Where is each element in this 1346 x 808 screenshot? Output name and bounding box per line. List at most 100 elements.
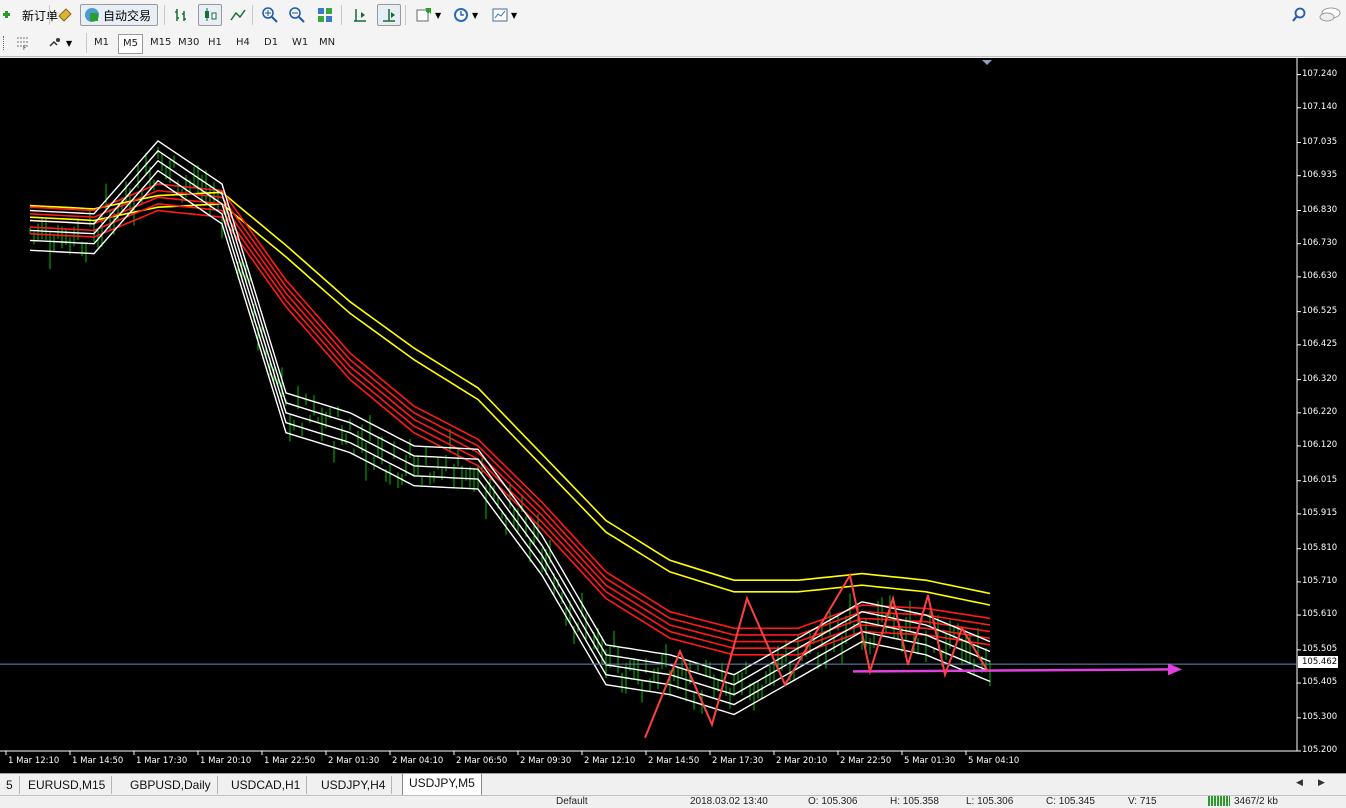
main-toolbar: 新订单 自动交易 ▼ ▼ ▼ [0,0,1346,31]
status-high: H: 105.358 [890,796,939,807]
svg-text:F: F [23,45,27,51]
timeframe-m1[interactable]: M1 [90,34,113,52]
time-label: 2 Mar 14:50 [648,756,700,766]
price-label: 105.200 [1302,745,1338,755]
zoom-in-button[interactable] [259,4,281,26]
fibonacci-icon: F [15,35,31,52]
status-bar: Default 2018.03.02 13:40 O: 105.306 H: 1… [0,795,1346,808]
zigzag-line [644,572,989,739]
price-label: 106.425 [1302,338,1338,349]
price-label: 105.300 [1302,711,1338,722]
timeframe-d1[interactable]: D1 [260,34,282,52]
status-profile: Default [556,796,588,807]
candlestick-button[interactable] [198,4,222,26]
tile-windows-button[interactable] [314,4,336,26]
candlestick-icon [202,7,218,23]
cursor-button[interactable] [0,32,11,54]
price-label: 105.610 [1302,609,1338,620]
clock-icon [453,7,469,23]
chevron-down-icon: ▼ [472,10,479,20]
chevron-down-icon: ▼ [66,38,73,48]
price-label: 107.035 [1302,136,1338,147]
time-label: 2 Mar 09:30 [520,756,572,766]
time-label: 1 Mar 20:10 [200,756,252,766]
price-label: 106.120 [1302,439,1338,450]
time-label: 1 Mar 12:10 [8,756,60,766]
periodicity-button[interactable]: ▼ [450,4,481,26]
price-label: 107.140 [1302,101,1338,112]
autoscroll-icon [381,7,397,23]
search-icon [1291,7,1307,23]
shapes-icon [47,35,63,51]
ema-red-line [29,183,991,630]
zoom-in-icon [262,7,278,23]
price-chart[interactable]: 107.240 107.140 107.035 106.935 106.830 106.7… [0,58,1346,773]
scroll-right-icon[interactable]: ▶ [1318,778,1325,788]
templates-button[interactable]: ▼ [489,4,520,26]
price-label: 106.935 [1302,169,1338,180]
ema-white-line [29,149,991,686]
timeframe-m30[interactable]: M30 [174,34,203,52]
search-button[interactable] [1288,4,1310,26]
indicators-button[interactable]: ▼ [413,4,444,26]
price-label: 105.710 [1302,575,1338,586]
plus-icon [3,7,19,23]
price-label: 106.630 [1302,270,1338,281]
fibonacci-button[interactable]: F [12,32,34,54]
chart-canvas [0,58,1301,755]
new-order-button[interactable]: 新订单 [0,4,61,26]
tab-eurusd-m15[interactable]: EURUSD,M15 [22,776,113,794]
metaeditor-button[interactable] [54,4,76,26]
bar-chart-icon [173,7,189,23]
editor-icon [57,7,73,23]
shift-marker-icon[interactable] [982,60,992,65]
time-label: 1 Mar 14:50 [72,756,124,766]
template-icon [492,7,508,23]
time-label: 1 Mar 17:30 [136,756,188,766]
time-label: 2 Mar 06:50 [456,756,508,766]
time-label: 2 Mar 12:10 [584,756,636,766]
auto-trading-label: 自动交易 [103,8,152,23]
support-arrow [852,668,1171,673]
ema-white-line [29,139,991,676]
chat-button[interactable] [1316,4,1341,26]
tab-gbpusd-daily[interactable]: GBPUSD,Daily [124,776,218,794]
status-traffic: 3467/2 kb [1234,796,1278,807]
tab-usdjpy-m5[interactable]: USDJPY,M5 [402,774,482,796]
price-label: 105.505 [1302,643,1338,654]
scroll-left-icon[interactable]: ◀ [1296,778,1303,788]
time-label: 2 Mar 04:10 [392,756,444,766]
auto-trading-button[interactable]: 自动交易 [80,4,158,26]
line-chart-button[interactable] [227,4,249,26]
tile-windows-icon [317,7,333,23]
chart-shift-button[interactable] [349,4,371,26]
price-label: 105.810 [1302,542,1338,553]
line-chart-icon [230,7,246,23]
price-label: 106.015 [1302,474,1338,485]
status-volume: V: 715 [1128,796,1157,807]
chart-tabs: 5 EURUSD,M15 GBPUSD,Daily USDCAD,H1 USDJPY,H… [0,773,1346,796]
bar-chart-button[interactable] [170,4,192,26]
zoom-out-icon [289,7,305,23]
zoom-out-button[interactable] [286,4,308,26]
status-close: C: 105.345 [1046,796,1095,807]
timeframe-h1[interactable]: H1 [204,34,226,52]
current-price-label: 105.462 [1298,656,1338,668]
chart-shift-icon [352,7,368,23]
price-label: 106.525 [1302,305,1338,316]
autoscroll-button[interactable] [377,4,401,26]
timeframe-mn[interactable]: MN [315,34,339,52]
status-low: L: 105.306 [966,796,1014,807]
auto-trading-icon [84,7,100,23]
time-label: 2 Mar 22:50 [840,756,892,766]
timeframe-m5[interactable]: M5 [118,34,143,54]
tab-usdjpy-h4[interactable]: USDJPY,H4 [315,776,393,794]
price-label: 106.220 [1302,406,1338,417]
shapes-button[interactable]: ▼ [44,32,75,54]
timeframe-h4[interactable]: H4 [232,34,254,52]
tab-usdcad-h1[interactable]: USDCAD,H1 [225,776,308,794]
tab-5[interactable]: 5 [0,776,20,794]
time-label: 5 Mar 01:30 [904,756,956,766]
timeframe-w1[interactable]: W1 [288,34,312,52]
timeframe-m15[interactable]: M15 [146,34,175,52]
